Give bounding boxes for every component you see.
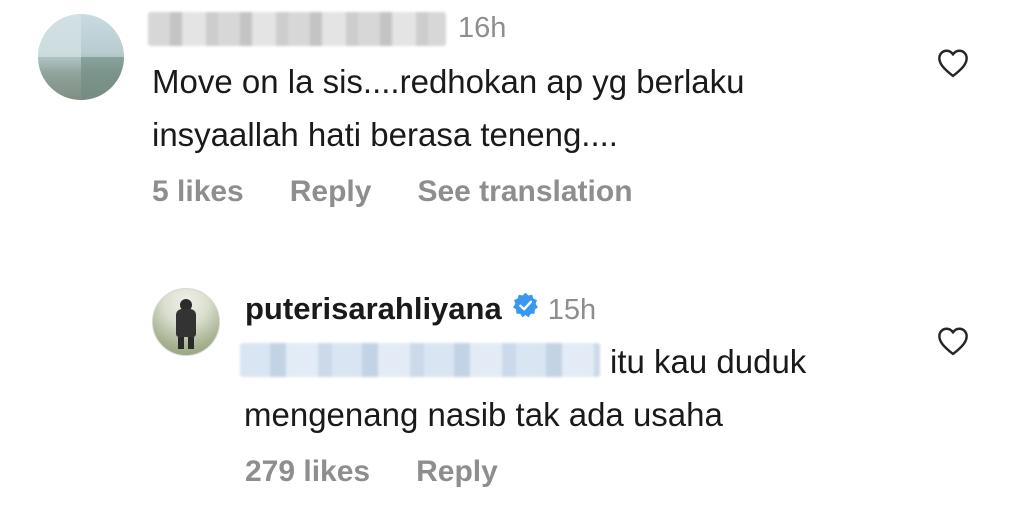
heart-outline-icon[interactable]: [936, 48, 970, 78]
reply-button[interactable]: Reply: [290, 175, 372, 209]
comment-text: Move on la sis....redhokan ap yg berlaku…: [152, 55, 745, 161]
reply-actions: 279 likes Reply: [245, 455, 498, 489]
comment-text-line-2: insyaallah hati berasa teneng....: [152, 116, 618, 153]
likes-count[interactable]: 5 likes: [152, 175, 244, 209]
comment-actions: 5 likes Reply See translation: [152, 175, 633, 209]
comment-time: 16h: [458, 12, 507, 44]
heart-outline-icon[interactable]: [936, 326, 970, 356]
reply-text-line-2: mengenang nasib tak ada usaha: [244, 396, 723, 433]
reply-text: itu kau duduk mengenang nasib tak ada us…: [244, 335, 806, 441]
commenter-avatar[interactable]: [38, 14, 124, 100]
see-translation-button[interactable]: See translation: [417, 175, 632, 209]
reply-text-line-1: itu kau duduk: [244, 335, 806, 388]
commenter-username-redacted[interactable]: [148, 12, 446, 46]
reply-author-avatar[interactable]: [152, 288, 220, 356]
reply-likes-count[interactable]: 279 likes: [245, 455, 370, 489]
reply-time: 15h: [547, 294, 597, 326]
reply-text-line-1-content: itu kau duduk: [610, 343, 807, 380]
reply-author-username[interactable]: puterisarahliyana: [245, 291, 502, 327]
verified-badge-icon: [512, 292, 538, 318]
reply-reply-button[interactable]: Reply: [416, 455, 498, 489]
comment-text-line-1: Move on la sis....redhokan ap yg berlaku: [152, 63, 745, 100]
